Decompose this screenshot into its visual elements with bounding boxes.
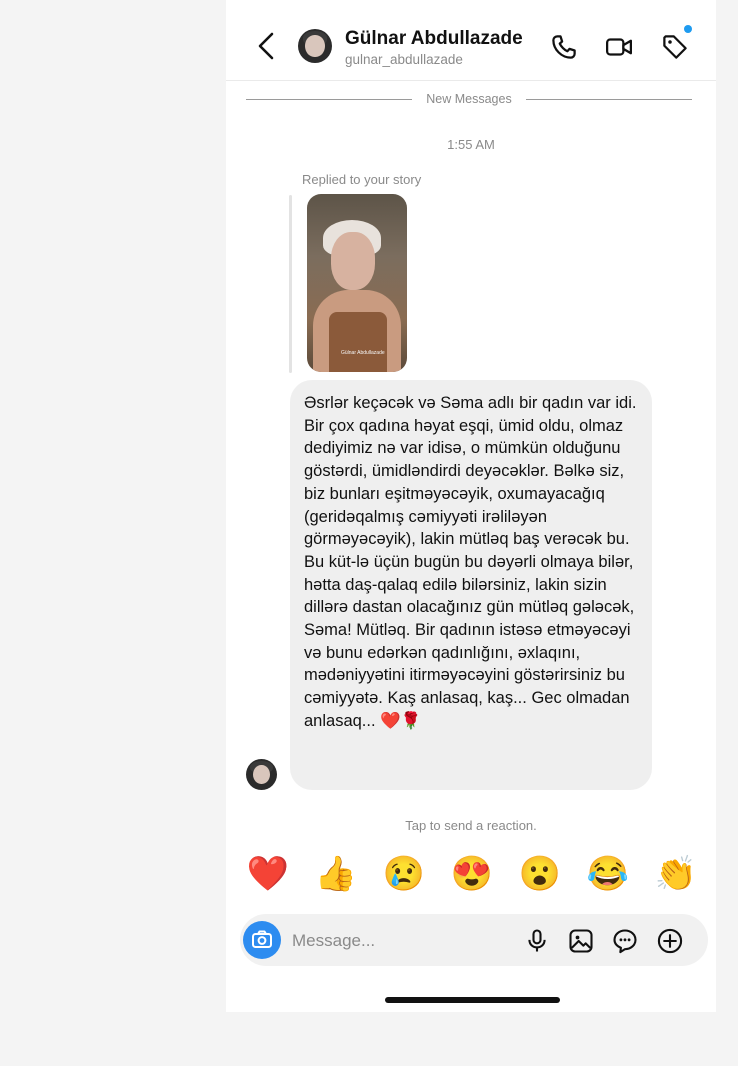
reaction-laughing[interactable]: 😂	[586, 852, 630, 896]
chat-header: Gülnar Abdullazade gulnar_abdullazade	[226, 0, 716, 81]
phone-icon[interactable]	[549, 32, 579, 62]
microphone-icon[interactable]	[523, 927, 551, 955]
message-composer	[240, 914, 708, 968]
message-input[interactable]	[290, 914, 514, 968]
header-avatar[interactable]	[298, 29, 332, 63]
back-chevron-icon[interactable]	[254, 30, 280, 62]
sender-avatar[interactable]	[246, 759, 277, 790]
reaction-thumbs-up[interactable]: 👍	[314, 852, 358, 896]
dm-thread-screen: Gülnar Abdullazade gulnar_abdullazade Ne…	[226, 0, 716, 1012]
message-bubble[interactable]: Əsrlər keçəcək və Səma adlı bir qadın va…	[290, 380, 652, 790]
contact-username: gulnar_abdullazade	[345, 52, 463, 67]
gallery-icon[interactable]	[567, 927, 595, 955]
reaction-surprised[interactable]: 😮	[518, 852, 562, 896]
new-messages-divider: New Messages	[246, 92, 692, 108]
message-text: Əsrlər keçəcək və Səma adlı bir qadın va…	[304, 394, 637, 730]
story-thumbnail[interactable]: Gülnar Abdullazade	[307, 194, 407, 372]
tag-icon[interactable]	[660, 32, 690, 62]
notification-dot	[684, 25, 692, 33]
video-icon[interactable]	[604, 32, 634, 62]
plus-icon[interactable]	[656, 927, 684, 955]
reaction-bar: ❤️ 👍 😢 😍 😮 😂 👏	[246, 852, 706, 896]
camera-icon[interactable]	[243, 921, 281, 959]
sticker-icon[interactable]	[611, 927, 639, 955]
home-indicator	[385, 997, 560, 1003]
contact-name[interactable]: Gülnar Abdullazade	[345, 28, 523, 50]
reaction-heart[interactable]: ❤️	[246, 852, 290, 896]
reaction-clapping[interactable]: 👏	[654, 852, 698, 896]
reaction-hint: Tap to send a reaction.	[405, 818, 537, 833]
story-reply-bar	[289, 195, 292, 373]
reaction-crying[interactable]: 😢	[382, 852, 426, 896]
message-timestamp: 1:55 AM	[447, 137, 495, 152]
reaction-heart-eyes[interactable]: 😍	[450, 852, 494, 896]
story-caption: Gülnar Abdullazade	[341, 350, 385, 356]
story-reply-label: Replied to your story	[302, 172, 422, 187]
